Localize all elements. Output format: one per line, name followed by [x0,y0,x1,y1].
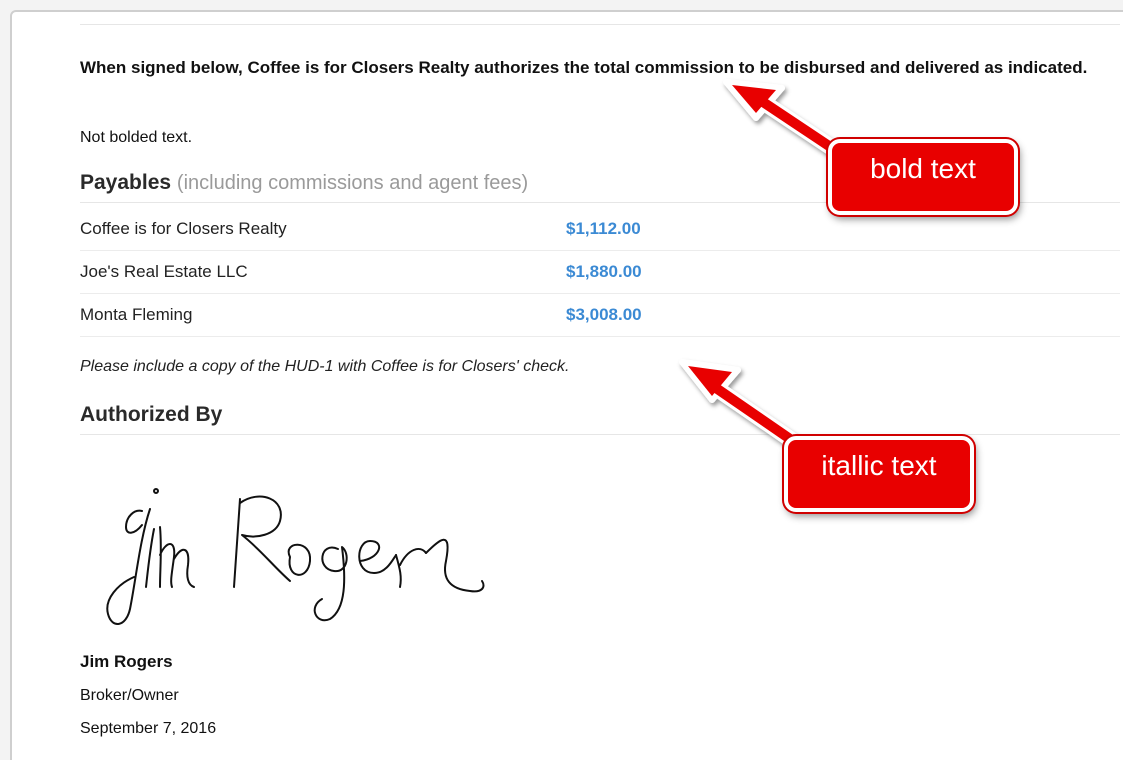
document-content: When signed below, Coffee is for Closers… [80,24,1120,737]
payables-subtitle: (including commissions and agent fees) [176,172,529,194]
payee-name: Monta Fleming [80,305,193,324]
italic-text-callout: itallic text [784,436,974,512]
payee-name: Joe's Real Estate LLC [80,262,248,281]
table-row: Monta Fleming $3,008.00 [80,294,1120,337]
payee-name: Coffee is for Closers Realty [80,219,287,238]
plain-text: Not bolded text. [80,129,193,146]
signer-name: Jim Rogers [80,652,173,671]
payee-amount: $1,880.00 [566,262,642,281]
signer-title: Broker/Owner [80,687,179,704]
authorization-statement: When signed below, Coffee is for Closers… [80,58,1088,77]
document-panel: When signed below, Coffee is for Closers… [10,10,1123,760]
payables-table: Coffee is for Closers Realty $1,112.00 J… [80,208,1120,337]
payables-title: Payables [80,171,172,194]
authorized-by-heading: Authorized By [80,402,1120,435]
bold-text-callout-label: bold text [870,153,976,184]
payee-amount: $3,008.00 [566,305,642,324]
italic-text-callout-label: itallic text [821,450,937,481]
signed-date: September 7, 2016 [80,720,217,737]
screenshot-canvas: When signed below, Coffee is for Closers… [0,0,1123,760]
italic-note: Please include a copy of the HUD-1 with … [80,358,570,375]
signature-image [106,488,485,625]
bold-text-callout: bold text [828,139,1018,215]
table-row: Joe's Real Estate LLC $1,880.00 [80,251,1120,294]
payee-amount: $1,112.00 [566,219,641,238]
top-divider [80,24,1120,25]
